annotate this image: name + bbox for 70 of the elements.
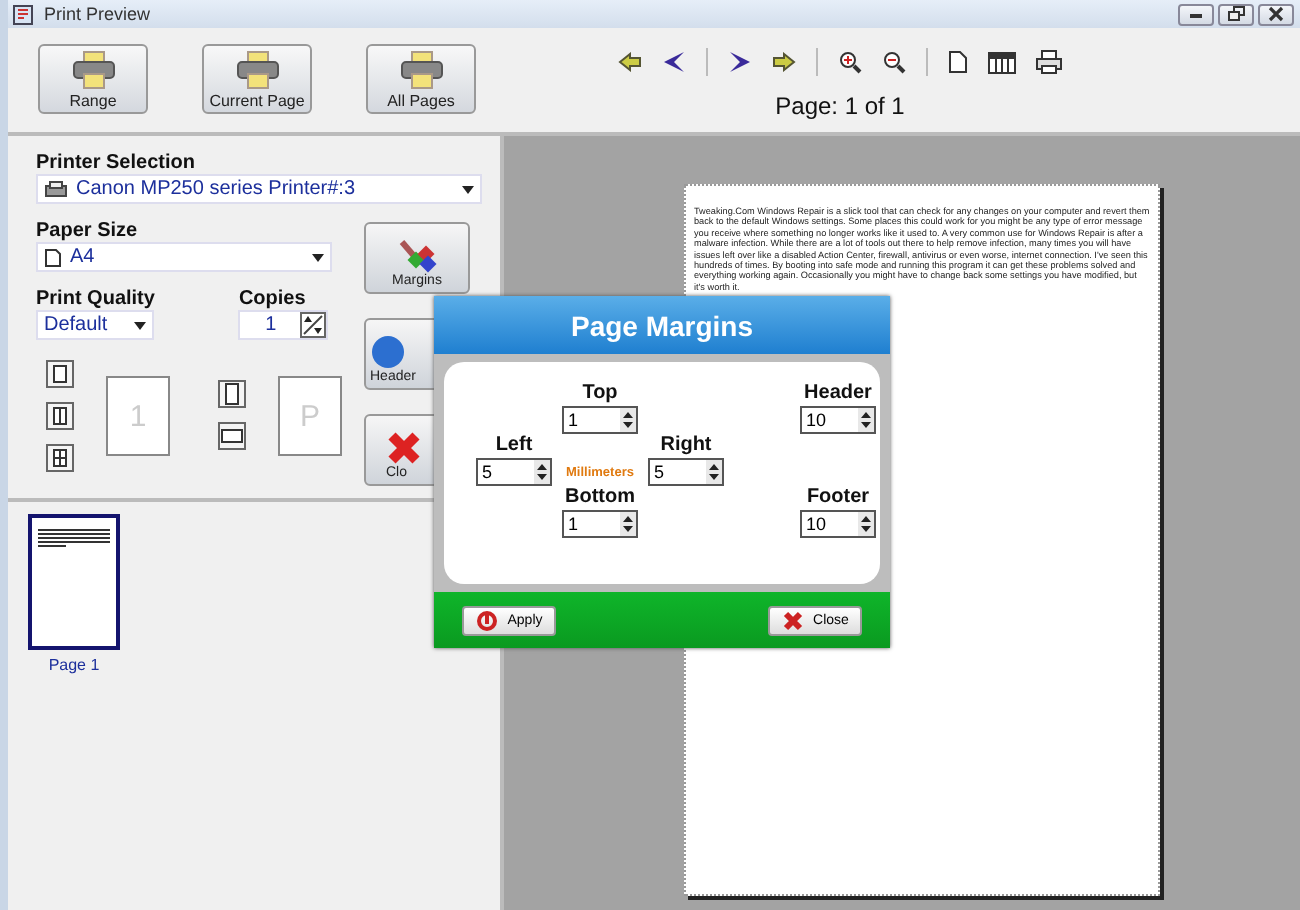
- margin-field[interactable]: 1: [562, 510, 638, 538]
- caret-icon: [134, 321, 146, 329]
- paper-size-label: Paper Size: [36, 220, 140, 242]
- margin-label: Right: [660, 434, 712, 458]
- spinner-arrows-icon[interactable]: [620, 512, 636, 536]
- power-icon: [475, 609, 498, 631]
- caret-icon: [462, 185, 474, 193]
- close-button[interactable]: [1258, 3, 1294, 25]
- spinner-arrows-icon[interactable]: [858, 512, 874, 536]
- window-title: Print Preview: [44, 4, 153, 24]
- last-page-icon[interactable]: [772, 52, 796, 72]
- print-quality-dropdown[interactable]: Default: [36, 310, 154, 340]
- page-icon: [44, 247, 62, 267]
- copies-field[interactable]: 1: [238, 310, 329, 340]
- app-icon: [12, 3, 34, 25]
- margin-label: Bottom: [565, 486, 635, 510]
- minimize-icon: [1188, 8, 1204, 20]
- page-order-icon[interactable]: [46, 402, 74, 430]
- print-button[interactable]: All Pages: [366, 44, 476, 114]
- page-indicator: Page: 1 of 1: [775, 92, 905, 120]
- close-icon: [781, 609, 804, 631]
- page-order-icon[interactable]: [46, 444, 74, 472]
- portrait-icon[interactable]: [218, 380, 246, 408]
- info-icon: [370, 334, 406, 370]
- margin-field[interactable]: 5: [648, 458, 724, 486]
- spinner-arrows-icon[interactable]: [534, 460, 550, 484]
- page-order-icon[interactable]: [46, 360, 74, 388]
- grid-icon[interactable]: [988, 51, 1016, 73]
- text-lines-drawing: [36, 528, 112, 548]
- page-icon[interactable]: [948, 50, 968, 74]
- caret-icon: [312, 253, 324, 261]
- copies-label: Copies: [238, 288, 308, 310]
- printer-icon: [399, 50, 443, 90]
- spinner-arrows-icon[interactable]: [300, 312, 327, 338]
- dialog-title: Page Margins: [434, 296, 890, 354]
- margin-field[interactable]: 10: [800, 510, 876, 538]
- printer-icon[interactable]: [1036, 50, 1062, 74]
- margin-label: Header: [804, 382, 872, 406]
- print-button[interactable]: Range: [38, 44, 148, 114]
- spinner-arrows-icon[interactable]: [858, 408, 874, 432]
- printer-icon: [44, 179, 68, 199]
- page-thumbnail[interactable]: [28, 514, 120, 650]
- margin-field[interactable]: 10: [800, 406, 876, 434]
- margin-field[interactable]: 1: [562, 406, 638, 434]
- restore-button[interactable]: [1218, 3, 1254, 25]
- zoom-out-icon[interactable]: [882, 50, 906, 74]
- next-page-icon[interactable]: [728, 50, 752, 74]
- margin-label: Footer: [806, 486, 870, 510]
- previous-page-icon[interactable]: [662, 50, 686, 74]
- margin-label: Top: [582, 382, 618, 406]
- printer-label: Printer Selection: [36, 152, 197, 174]
- zoom-in-icon[interactable]: [838, 50, 862, 74]
- close-icon: [1268, 6, 1284, 22]
- spinner-arrows-icon[interactable]: [620, 408, 636, 432]
- printer-icon: [235, 50, 279, 90]
- minimize-button[interactable]: [1178, 3, 1214, 25]
- margin-label: Left: [495, 434, 533, 458]
- margin-field[interactable]: 5: [476, 458, 552, 486]
- printer-dropdown[interactable]: Canon MP250 series Printer#:3: [36, 174, 482, 204]
- print-button[interactable]: Current Page: [202, 44, 312, 114]
- paint-icon: [397, 238, 437, 274]
- spinner-arrows-icon[interactable]: [706, 460, 722, 484]
- first-page-icon[interactable]: [618, 52, 642, 72]
- close-icon: [386, 430, 422, 466]
- paper-size-dropdown[interactable]: A4: [36, 242, 332, 272]
- printer-icon: [71, 50, 115, 90]
- thumbnail-label: Page 1: [48, 656, 100, 674]
- restore-icon: [1227, 6, 1245, 22]
- landscape-icon[interactable]: [218, 422, 246, 450]
- print-quality-label: Print Quality: [36, 288, 155, 310]
